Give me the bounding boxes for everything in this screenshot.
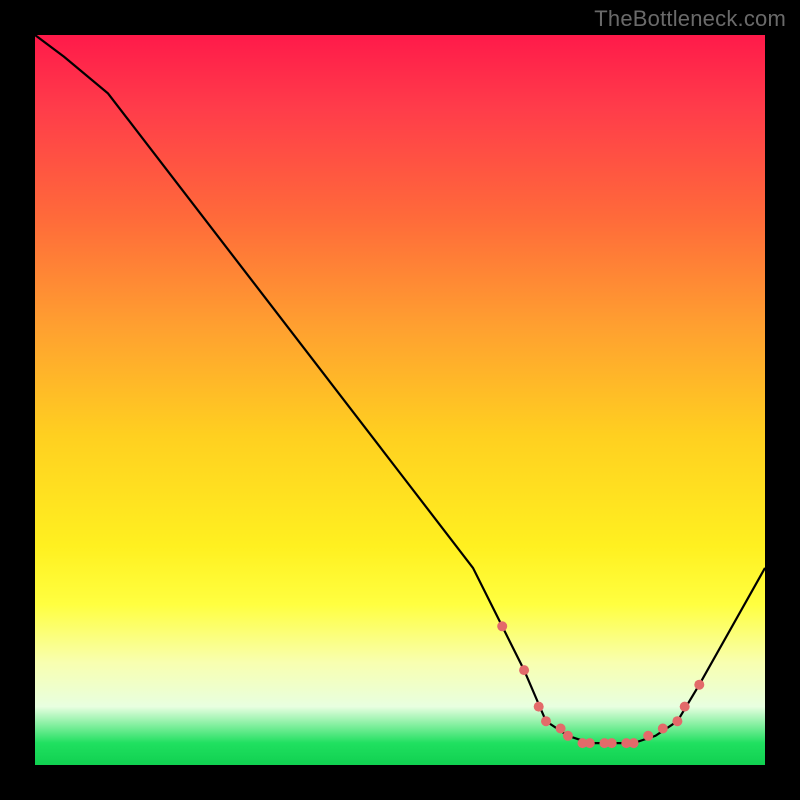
bottleneck-curve: [35, 35, 765, 743]
marker-dot: [629, 738, 639, 748]
watermark-text: TheBottleneck.com: [594, 6, 786, 32]
marker-dot: [497, 621, 507, 631]
marker-dot: [585, 738, 595, 748]
marker-dot: [621, 738, 631, 748]
marker-dot: [672, 716, 682, 726]
marker-dot: [599, 738, 609, 748]
chart-svg: [35, 35, 765, 765]
marker-dot: [578, 738, 588, 748]
marker-dot: [680, 702, 690, 712]
sweet-spot-markers: [497, 621, 704, 748]
marker-dot: [643, 731, 653, 741]
chart-container: TheBottleneck.com: [0, 0, 800, 800]
marker-dot: [534, 702, 544, 712]
marker-dot: [519, 665, 529, 675]
marker-dot: [694, 680, 704, 690]
plot-area: [35, 35, 765, 765]
marker-dot: [658, 724, 668, 734]
marker-dot: [556, 724, 566, 734]
marker-dot: [607, 738, 617, 748]
marker-dot: [563, 731, 573, 741]
marker-dot: [541, 716, 551, 726]
